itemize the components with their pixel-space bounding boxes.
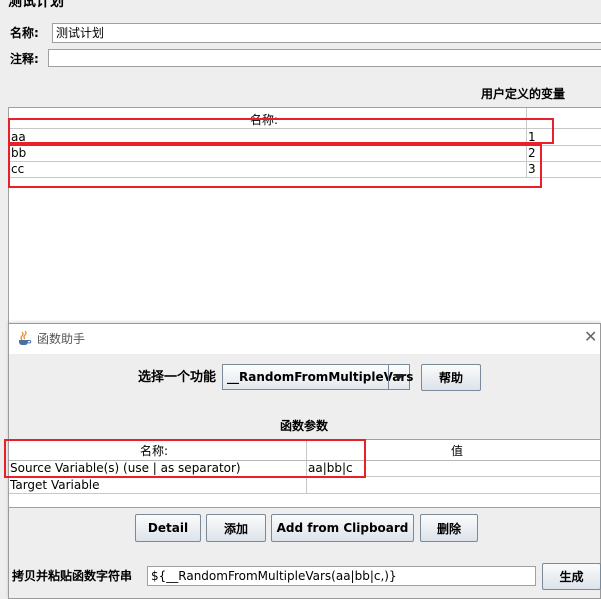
param-row-2-name[interactable]: Target Variable (10, 478, 100, 493)
close-icon[interactable]: ✕ (584, 329, 598, 345)
copy-paste-label: 拷贝并粘贴函数字符串 (12, 569, 133, 583)
function-string-field[interactable]: ${__RandomFromMultipleVars(aa|bb|c,)} (147, 566, 536, 586)
help-button[interactable]: 帮助 (421, 364, 481, 391)
delete-button[interactable]: 删除 (420, 514, 478, 542)
function-params-title: 函数参数 (280, 419, 329, 433)
variables-section-title: 用户定义的变量 (481, 87, 566, 101)
add-button[interactable]: 添加 (206, 514, 266, 542)
dropdown-arrow-icon[interactable] (388, 365, 409, 389)
function-select[interactable]: __RandomFromMultipleVars (222, 364, 414, 390)
java-cup-icon (16, 330, 32, 346)
params-header-value: 值 (451, 444, 464, 458)
highlight-box-params (4, 439, 366, 478)
add-from-clipboard-button[interactable]: Add from Clipboard (271, 514, 414, 542)
name-field[interactable]: 测试计划 (52, 23, 601, 43)
highlight-box-header-row (8, 118, 554, 144)
dialog-titlebar (9, 324, 600, 354)
highlight-box-variable-rows (8, 144, 542, 188)
function-select-value: __RandomFromMultipleVars (227, 370, 414, 384)
param-row-2-line (9, 493, 600, 494)
comment-field[interactable] (48, 49, 601, 67)
generate-button[interactable]: 生成 (542, 563, 601, 590)
dialog-title: 函数助手 (37, 332, 86, 346)
comment-label: 注释: (10, 52, 39, 66)
detail-button[interactable]: Detail (135, 514, 201, 542)
select-function-label: 选择一个功能 (138, 370, 217, 385)
name-label: 名称: (10, 26, 39, 40)
page-title: 测试计划 (8, 0, 64, 10)
